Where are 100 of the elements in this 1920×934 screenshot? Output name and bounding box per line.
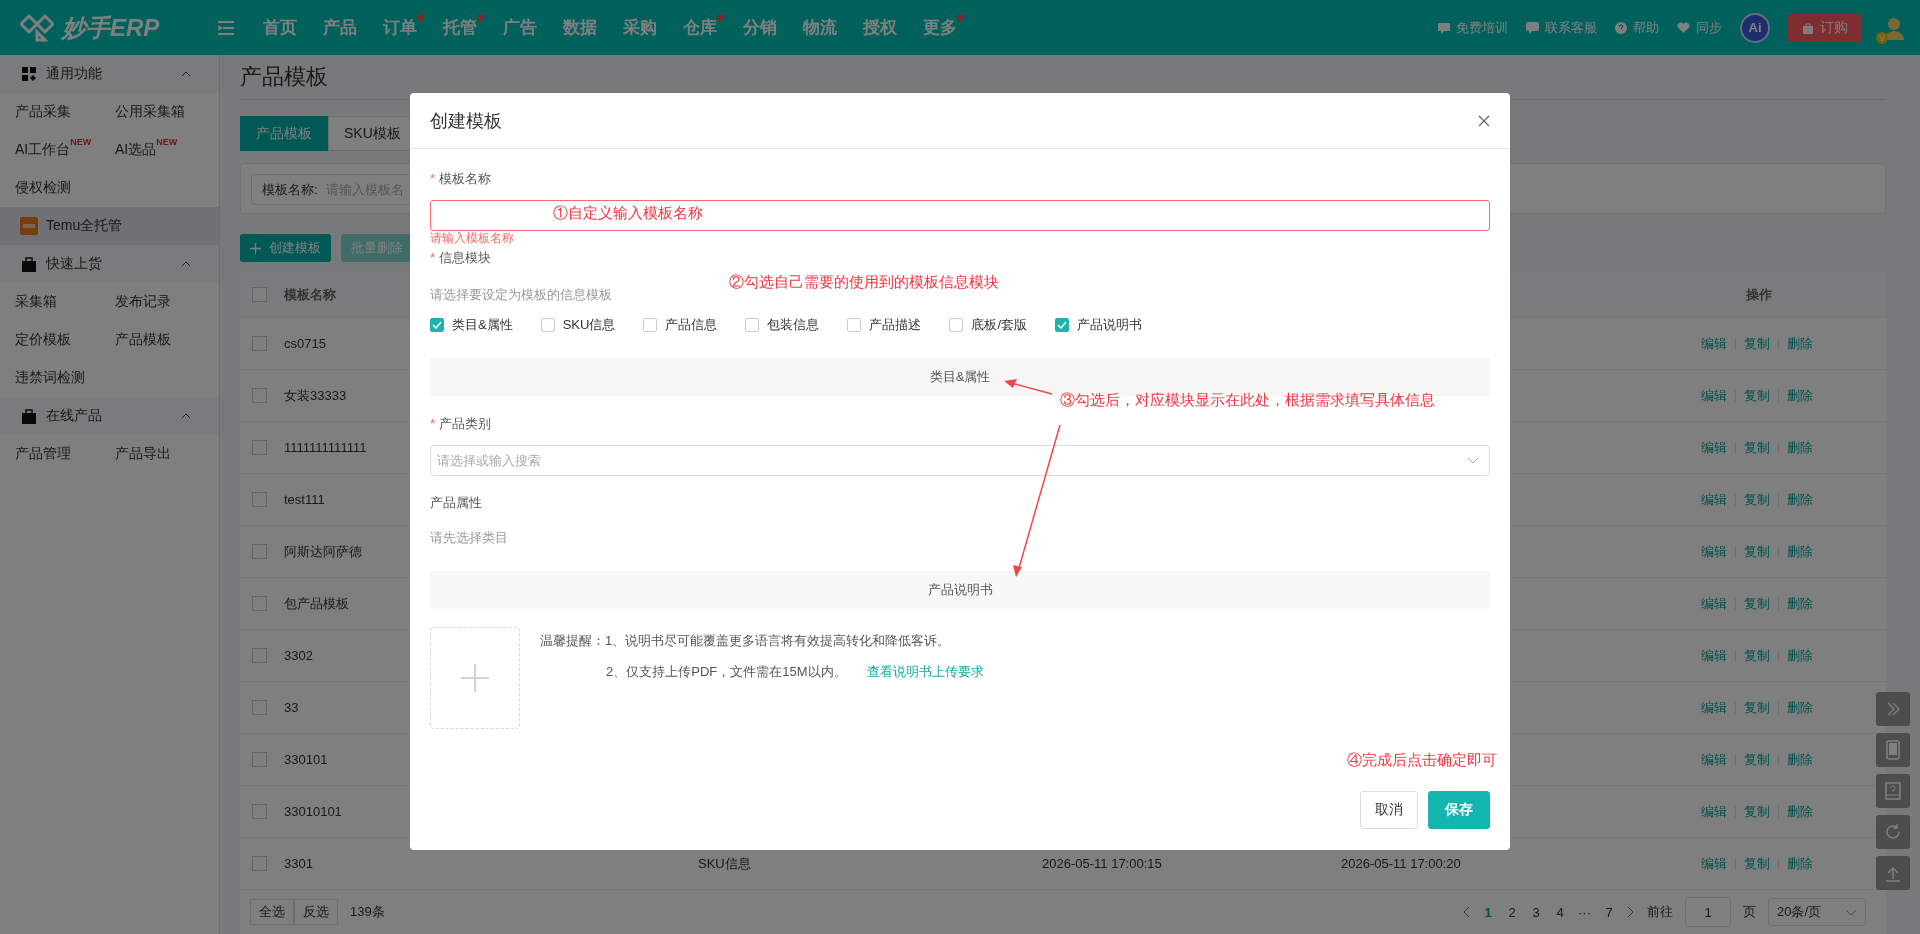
next-icon[interactable] <box>1627 906 1635 918</box>
sidebar-item[interactable]: AI工作台$^{NEW}$ <box>15 131 115 169</box>
action-link[interactable]: 编辑 <box>1701 594 1727 613</box>
action-link[interactable]: 编辑 <box>1701 542 1727 561</box>
module-checkbox[interactable]: 底板/套版 <box>949 317 1028 333</box>
checkbox[interactable] <box>252 388 267 403</box>
page-number[interactable]: 1 <box>1482 904 1494 920</box>
nav-item[interactable]: 物流 <box>790 16 850 39</box>
order-button[interactable]: 订购 <box>1788 13 1862 42</box>
checkbox[interactable] <box>252 856 267 871</box>
sidebar-item[interactable]: 违禁词检测 <box>15 359 115 397</box>
sidebar-item[interactable]: 产品模板 <box>115 321 215 359</box>
create-button[interactable]: 创建模板 <box>240 234 331 262</box>
nav-item[interactable]: 产品 <box>310 16 370 39</box>
action-link[interactable]: 删除 <box>1787 490 1813 509</box>
top-link[interactable]: 联系客服 <box>1526 18 1597 37</box>
sidebar-group[interactable]: 在线产品 <box>0 397 219 435</box>
page-number[interactable]: ··· <box>1578 904 1591 920</box>
action-link[interactable]: 编辑 <box>1701 646 1727 665</box>
nav-item[interactable]: 授权 <box>850 16 910 39</box>
top-link[interactable]: 帮助 <box>1615 18 1659 37</box>
action-link[interactable]: 删除 <box>1787 438 1813 457</box>
checkbox[interactable] <box>252 752 267 767</box>
page-number[interactable]: 3 <box>1530 904 1542 920</box>
page-number[interactable]: 4 <box>1554 904 1566 920</box>
action-link[interactable]: 复制 <box>1744 646 1770 665</box>
checkbox[interactable] <box>252 700 267 715</box>
sidebar-item[interactable]: 侵权检测 <box>15 169 115 207</box>
action-link[interactable]: 复制 <box>1744 594 1770 613</box>
action-link[interactable]: 删除 <box>1787 386 1813 405</box>
sidebar-item[interactable]: 定价模板 <box>15 321 115 359</box>
sidebar-item[interactable]: 产品导出 <box>115 435 215 473</box>
invert-button[interactable]: 反选 <box>294 899 338 925</box>
nav-item[interactable]: 采购 <box>610 16 670 39</box>
refresh-icon[interactable] <box>1876 815 1910 849</box>
checkbox[interactable] <box>252 596 267 611</box>
nav-item[interactable]: 分销 <box>730 16 790 39</box>
nav-item[interactable]: 托管 <box>430 16 490 39</box>
sidebar-item[interactable]: 产品采集 <box>15 93 115 131</box>
action-link[interactable]: 复制 <box>1744 386 1770 405</box>
action-link[interactable]: 删除 <box>1787 594 1813 613</box>
checkbox[interactable] <box>252 336 267 351</box>
sidebar-item[interactable]: AI选品$^{NEW}$ <box>115 131 215 169</box>
action-link[interactable]: 删除 <box>1787 334 1813 353</box>
action-link[interactable]: 编辑 <box>1701 334 1727 353</box>
checkbox[interactable] <box>252 287 267 302</box>
action-link[interactable]: 删除 <box>1787 802 1813 821</box>
action-link[interactable]: 删除 <box>1787 646 1813 665</box>
action-link[interactable]: 复制 <box>1744 490 1770 509</box>
logo-text[interactable]: 妙手ERP <box>62 11 160 44</box>
sidebar-item[interactable]: 采集箱 <box>15 283 115 321</box>
module-checkbox[interactable]: 类目&属性 <box>430 317 513 333</box>
action-link[interactable]: 删除 <box>1787 750 1813 769</box>
top-link[interactable]: 免费培训 <box>1438 18 1508 37</box>
sidebar-group[interactable]: 快速上货 <box>0 245 219 283</box>
name-input[interactable] <box>430 200 1490 231</box>
checkbox[interactable] <box>252 804 267 819</box>
sidebar-item[interactable]: 产品管理 <box>15 435 115 473</box>
phone-icon[interactable] <box>1876 733 1910 767</box>
checkbox[interactable] <box>252 492 267 507</box>
manual-icon[interactable] <box>1876 774 1910 808</box>
nav-item[interactable]: 数据 <box>550 16 610 39</box>
upload-icon[interactable] <box>1876 856 1910 890</box>
collapse-icon[interactable] <box>1876 692 1910 726</box>
close-icon[interactable] <box>1478 114 1490 127</box>
action-link[interactable]: 复制 <box>1744 750 1770 769</box>
action-link[interactable]: 删除 <box>1787 854 1813 873</box>
action-link[interactable]: 复制 <box>1744 698 1770 717</box>
cancel-button[interactable]: 取消 <box>1360 791 1418 829</box>
page-number[interactable]: 2 <box>1506 904 1518 920</box>
page-size-select[interactable]: 20条/页 <box>1768 898 1866 926</box>
module-checkbox[interactable]: 包装信息 <box>745 317 820 333</box>
tab[interactable]: 产品模板 <box>240 116 328 151</box>
action-link[interactable]: 复制 <box>1744 438 1770 457</box>
action-link[interactable]: 编辑 <box>1701 490 1727 509</box>
save-button[interactable]: 保存 <box>1428 791 1490 829</box>
sidebar-link[interactable]: Temu全托管 <box>0 207 219 245</box>
module-checkbox[interactable]: SKU信息 <box>540 317 616 333</box>
action-link[interactable]: 编辑 <box>1701 698 1727 717</box>
nav-item[interactable]: 更多 <box>910 16 970 39</box>
nav-item[interactable]: 广告 <box>490 16 550 39</box>
requirements-link[interactable]: 查看说明书上传要求 <box>866 664 984 680</box>
upload-box[interactable] <box>430 627 520 729</box>
page-number[interactable]: 7 <box>1603 904 1615 920</box>
checkbox[interactable] <box>252 440 267 455</box>
checkbox[interactable] <box>252 544 267 559</box>
module-checkbox[interactable]: 产品说明书 <box>1055 317 1143 333</box>
module-checkbox[interactable]: 产品信息 <box>643 317 718 333</box>
action-link[interactable]: 复制 <box>1744 334 1770 353</box>
sidebar-item[interactable]: 公用采集箱 <box>115 93 215 131</box>
ai-badge[interactable]: Ai <box>1740 12 1770 43</box>
action-link[interactable]: 复制 <box>1744 802 1770 821</box>
action-link[interactable]: 编辑 <box>1701 438 1727 457</box>
action-link[interactable]: 复制 <box>1744 854 1770 873</box>
select-all-button[interactable]: 全选 <box>250 899 294 925</box>
checkbox[interactable] <box>252 648 267 663</box>
sidebar-group[interactable]: 通用功能 <box>0 55 219 93</box>
sidebar-item[interactable]: 发布记录 <box>115 283 215 321</box>
action-link[interactable]: 编辑 <box>1701 854 1727 873</box>
nav-item[interactable]: 仓库 <box>670 16 730 39</box>
